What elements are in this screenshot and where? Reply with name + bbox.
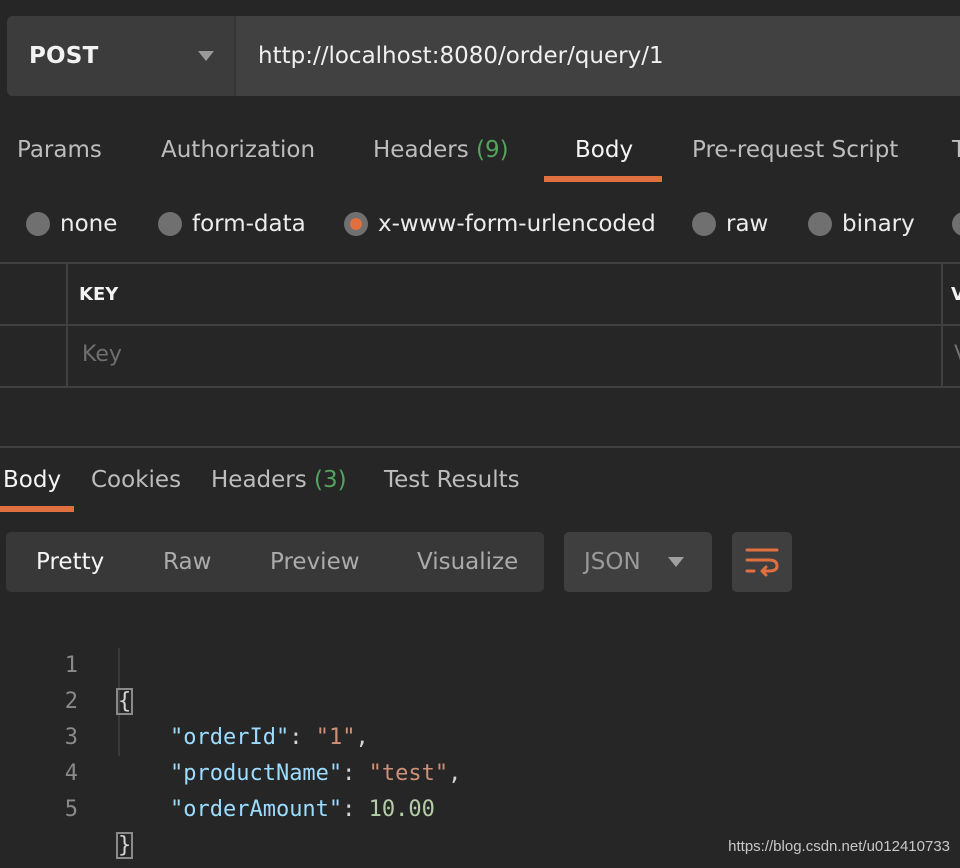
code-line: 2 "orderId": "1",	[0, 648, 960, 750]
response-tabs: Body Cookies Headers (3) Test Results	[0, 462, 960, 514]
format-select[interactable]: JSON	[564, 532, 712, 592]
tab-label: Test Results	[384, 467, 520, 493]
radio-dot	[26, 212, 50, 236]
table-header-divider	[0, 324, 960, 326]
tab-pre-request-script[interactable]: Pre-request Script	[692, 128, 898, 182]
request-tabs: Params Authorization Headers (9) Body Pr…	[0, 128, 960, 184]
request-url-bar: POST http://localhost:8080/order/query/1	[7, 16, 960, 96]
response-tab-test-results[interactable]: Test Results	[384, 462, 520, 498]
chevron-down-icon	[198, 51, 214, 61]
radio-dot	[692, 212, 716, 236]
line-number: 5	[64, 797, 78, 822]
tab-label: Body	[575, 137, 634, 163]
radio-dot	[158, 212, 182, 236]
response-headers-count-badge: (3)	[314, 467, 347, 493]
tab-label: Body	[3, 467, 62, 493]
view-pretty-button[interactable]: Pretty	[36, 532, 104, 592]
view-visualize-button[interactable]: Visualize	[417, 532, 518, 592]
response-tab-headers[interactable]: Headers (3)	[211, 462, 347, 498]
radio-dot	[952, 212, 960, 236]
table-border-top	[0, 262, 960, 264]
response-divider	[0, 446, 960, 448]
watermark: https://blog.csdn.net/u012410733	[728, 838, 950, 855]
active-tab-indicator	[544, 176, 662, 182]
tab-label: Pre-request Script	[692, 137, 899, 163]
radio-raw[interactable]: raw	[692, 204, 768, 244]
code-line: 4 "orderAmount": 10.00	[0, 720, 960, 822]
tab-label: T	[952, 137, 960, 163]
radio-label: binary	[842, 211, 915, 237]
radio-dot	[808, 212, 832, 236]
body-type-radio-group: none form-data x-www-form-urlencoded raw…	[0, 204, 960, 244]
tab-label: Headers	[211, 467, 307, 493]
tab-headers[interactable]: Headers (9)	[373, 128, 509, 182]
value-input[interactable]: V	[954, 342, 960, 367]
response-body-editor[interactable]: 1 { 2 "orderId": "1", 3 "productName": "…	[0, 612, 960, 859]
json-value: 10.00	[368, 797, 435, 822]
tab-label: Params	[17, 137, 102, 163]
radio-label: none	[60, 211, 118, 237]
key-column-header: KEY	[79, 284, 119, 305]
table-border-bottom	[0, 386, 960, 388]
tab-tests[interactable]: T	[952, 128, 960, 182]
radio-graphql[interactable]	[952, 204, 960, 244]
radio-x-www-form-urlencoded[interactable]: x-www-form-urlencoded	[344, 204, 656, 244]
key-input[interactable]: Key	[82, 342, 122, 367]
code-line: 1 {	[0, 612, 960, 715]
radio-label: form-data	[192, 211, 306, 237]
json-key: "orderAmount"	[169, 797, 343, 822]
method-select[interactable]: POST	[7, 16, 236, 96]
code-line: 3 "productName": "test",	[0, 684, 960, 786]
table-column-divider	[66, 262, 68, 388]
radio-label: x-www-form-urlencoded	[378, 211, 656, 237]
view-mode-group: Pretty Raw Preview Visualize	[6, 532, 544, 592]
code-line: 5 }	[0, 756, 960, 859]
radio-label: raw	[726, 211, 769, 237]
value-column-header: V	[951, 284, 960, 305]
tab-label: Cookies	[91, 467, 182, 493]
tab-params[interactable]: Params	[17, 128, 102, 182]
response-active-tab-indicator	[0, 506, 74, 512]
tab-authorization[interactable]: Authorization	[161, 128, 315, 182]
wrap-lines-button[interactable]	[732, 532, 792, 592]
tab-label: Headers	[373, 137, 469, 163]
headers-count-badge: (9)	[476, 137, 509, 163]
tab-label: Authorization	[161, 137, 316, 163]
tab-body[interactable]: Body	[575, 128, 633, 182]
close-brace: }	[115, 832, 134, 859]
radio-none[interactable]: none	[26, 204, 117, 244]
url-input[interactable]: http://localhost:8080/order/query/1	[236, 16, 960, 96]
radio-dot-checked	[344, 212, 368, 236]
chevron-down-icon	[668, 557, 684, 567]
response-tab-cookies[interactable]: Cookies	[91, 462, 181, 498]
method-label: POST	[29, 43, 99, 69]
response-tab-body[interactable]: Body	[3, 462, 61, 498]
wrap-lines-icon	[745, 548, 779, 577]
table-column-divider	[941, 262, 943, 388]
format-label: JSON	[584, 549, 641, 575]
view-preview-button[interactable]: Preview	[270, 532, 360, 592]
radio-binary[interactable]: binary	[808, 204, 915, 244]
view-raw-button[interactable]: Raw	[163, 532, 211, 592]
postman-window: POST http://localhost:8080/order/query/1…	[0, 0, 960, 868]
radio-form-data[interactable]: form-data	[158, 204, 306, 244]
